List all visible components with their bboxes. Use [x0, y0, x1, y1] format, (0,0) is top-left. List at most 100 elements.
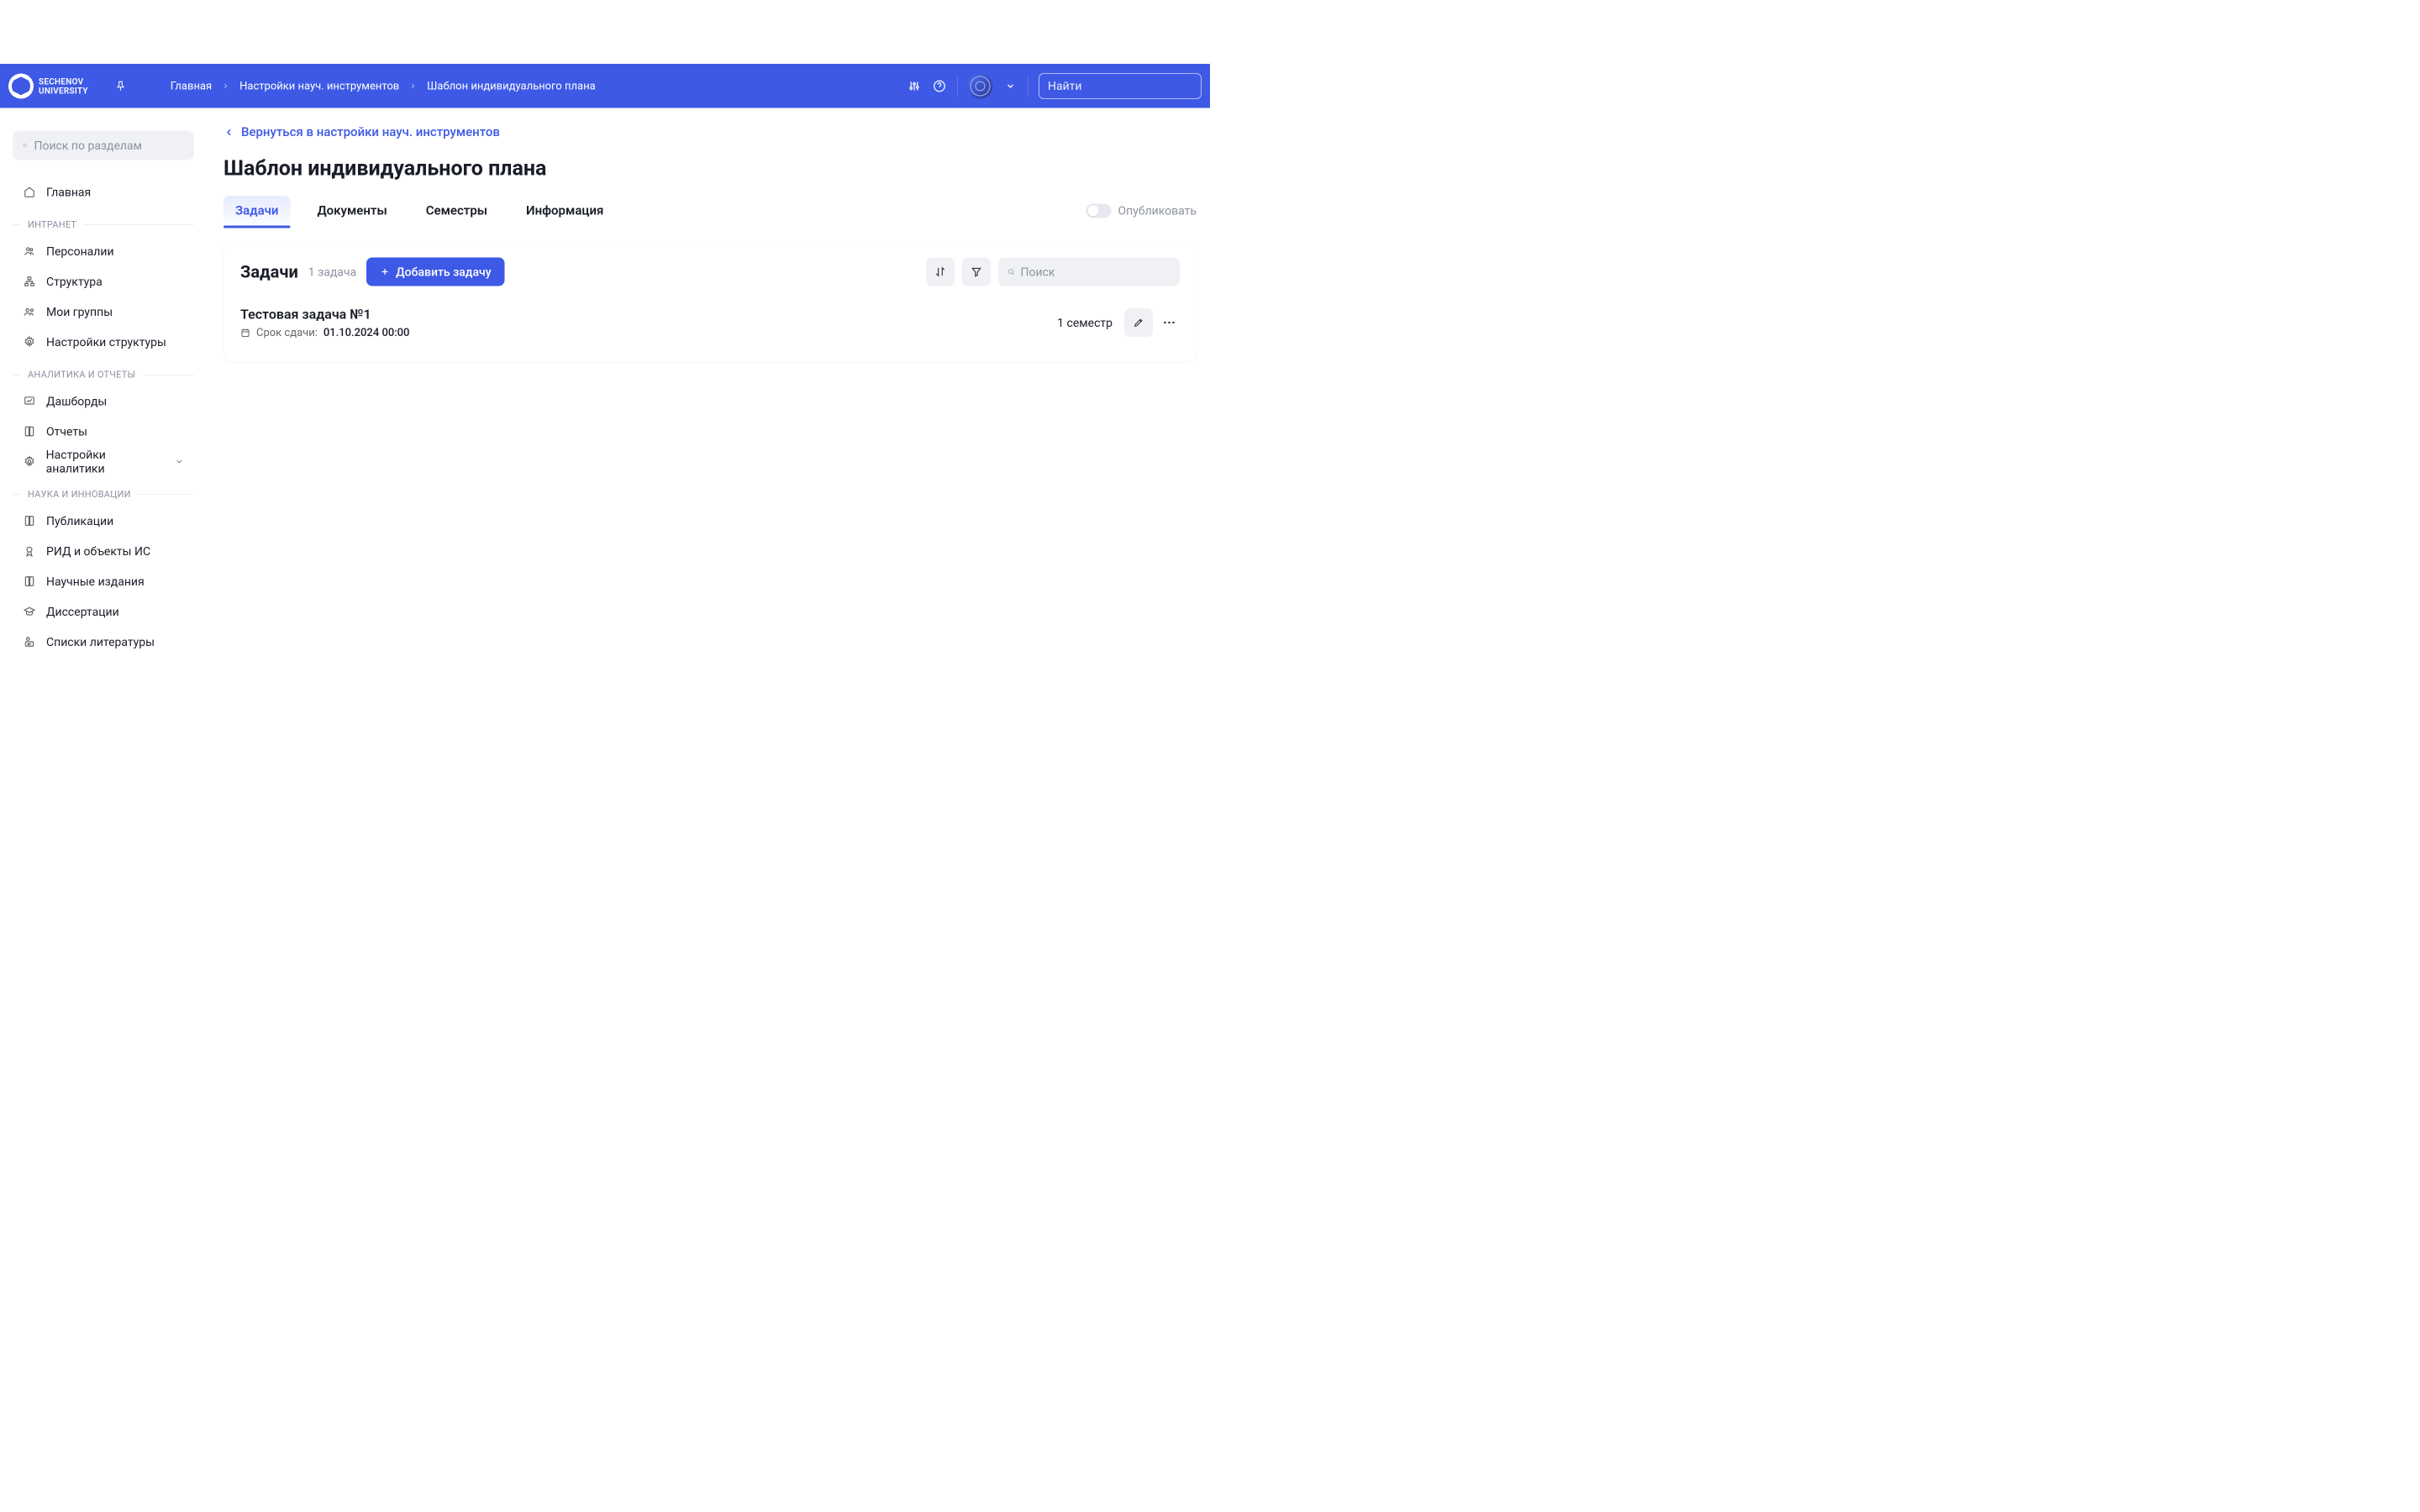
logo[interactable]: SECHENOV UNIVERSITY [8, 73, 88, 98]
sidebar-item-home[interactable]: Главная [13, 177, 194, 207]
book-icon [23, 575, 36, 588]
filter-button[interactable] [962, 258, 991, 286]
sidebar-item-structure-settings[interactable]: Настройки структуры [13, 327, 194, 357]
task-name: Тестовая задача №1 [240, 307, 1057, 323]
add-task-button[interactable]: Добавить задачу [366, 258, 504, 286]
card-count: 1 задача [308, 265, 356, 279]
sidebar-item-label: Мои группы [46, 305, 113, 319]
plus-icon [380, 267, 390, 277]
structure-icon [23, 275, 36, 288]
chevron-right-icon [222, 82, 229, 90]
filter-icon [971, 266, 982, 278]
back-link[interactable]: Вернуться в настройки науч. инструментов [224, 125, 1197, 140]
sidebar-item-structure[interactable]: Структура [13, 266, 194, 297]
breadcrumb: Главная Настройки науч. инструментов Шаб… [171, 80, 596, 92]
sidebar-item-dissertations[interactable]: Диссертации [13, 596, 194, 627]
home-icon [23, 186, 36, 199]
pin-icon[interactable] [113, 78, 129, 93]
sidebar-item-publications[interactable]: Публикации [13, 506, 194, 536]
badge-icon [23, 544, 36, 558]
global-search-input[interactable] [1048, 79, 1198, 93]
sidebar-item-label: Дашборды [46, 394, 107, 408]
logo-icon [8, 73, 34, 98]
breadcrumb-item: Шаблон индивидуального плана [427, 80, 596, 92]
sidebar-item-editions[interactable]: Научные издания [13, 566, 194, 596]
gear-icon [23, 335, 36, 349]
settings-sliders-icon[interactable] [907, 78, 922, 93]
dots-icon [1164, 321, 1176, 324]
sidebar-search[interactable] [13, 131, 194, 160]
sidebar-item-label: Научные издания [46, 575, 145, 589]
book-icon [23, 514, 36, 528]
sidebar-item-label: Отчеты [46, 424, 87, 438]
sidebar-item-reports[interactable]: Отчеты [13, 417, 194, 447]
global-search[interactable] [1039, 73, 1202, 99]
groups-icon [23, 305, 36, 318]
more-button[interactable] [1159, 308, 1180, 337]
help-icon[interactable] [932, 78, 947, 93]
graduation-icon [23, 605, 36, 618]
sidebar-item-label: Списки литературы [46, 635, 155, 649]
breadcrumb-item[interactable]: Настройки науч. инструментов [239, 80, 399, 92]
list-icon [23, 635, 36, 648]
sidebar-section-header: ИНТРАНЕТ [13, 220, 194, 237]
page-title: Шаблон индивидуального плана [224, 156, 1197, 181]
pencil-icon [1134, 318, 1144, 328]
deadline-value: 01.10.2024 00:00 [324, 327, 410, 339]
browser-blank-area [0, 0, 1210, 64]
sidebar-item-label: Персоналии [46, 244, 114, 259]
book-icon [23, 425, 36, 438]
publish-toggle[interactable] [1086, 203, 1111, 218]
card-search-input[interactable] [1021, 265, 1171, 279]
dashboard-icon [23, 395, 36, 408]
publish-toggle-block: Опубликовать [1086, 203, 1197, 218]
chevron-down-icon [175, 457, 184, 466]
tab-tasks[interactable]: Задачи [224, 196, 290, 226]
logo-text: SECHENOV UNIVERSITY [39, 76, 88, 95]
sidebar-item-label: Публикации [46, 514, 113, 528]
task-semester: 1 семестр [1057, 316, 1113, 330]
sidebar-item-label: РИД и объекты ИС [46, 544, 150, 559]
card-search[interactable] [998, 258, 1180, 286]
people-icon [23, 244, 36, 258]
sidebar-item-analytics-settings[interactable]: Настройки аналитики [13, 447, 194, 477]
calendar-icon [240, 328, 250, 338]
breadcrumb-item[interactable]: Главная [171, 80, 212, 92]
sidebar-search-input[interactable] [34, 139, 185, 153]
sidebar-item-label: Структура [46, 275, 103, 289]
sort-button[interactable] [926, 258, 955, 286]
search-icon [1007, 266, 1015, 277]
main-content: Вернуться в настройки науч. инструментов… [207, 108, 1210, 757]
chevron-down-icon[interactable] [1003, 78, 1018, 93]
sidebar-item-label: Настройки аналитики [46, 448, 165, 475]
tab-semesters[interactable]: Семестры [414, 196, 499, 226]
publish-label: Опубликовать [1118, 204, 1197, 218]
back-link-label: Вернуться в настройки науч. инструментов [241, 125, 500, 140]
card-title: Задачи [240, 262, 298, 282]
gear-icon [23, 455, 36, 469]
tasks-card: Задачи 1 задача Добавить задачу [224, 243, 1197, 362]
sidebar-item-groups[interactable]: Мои группы [13, 297, 194, 327]
sidebar: Главная ИНТРАНЕТ Персоналии Структура Мо… [0, 108, 207, 757]
app-header: SECHENOV UNIVERSITY Главная Настройки на… [0, 64, 1210, 108]
sidebar-item-label: Настройки структуры [46, 335, 166, 349]
add-task-label: Добавить задачу [396, 265, 491, 279]
sidebar-item-rid[interactable]: РИД и объекты ИС [13, 536, 194, 566]
tab-info[interactable]: Информация [514, 196, 615, 226]
sidebar-section-header: НАУКА И ИННОВАЦИИ [13, 490, 194, 507]
sidebar-item-label: Диссертации [46, 605, 119, 619]
task-row: Тестовая задача №1 Срок сдачи: 01.10.202… [240, 299, 1180, 347]
edit-task-button[interactable] [1124, 308, 1153, 337]
avatar[interactable] [968, 73, 993, 98]
tabs: Задачи Документы Семестры Информация [224, 196, 615, 226]
tab-documents[interactable]: Документы [305, 196, 398, 226]
sidebar-item-dashboards[interactable]: Дашборды [13, 386, 194, 417]
sidebar-item-bibliography[interactable]: Списки литературы [13, 627, 194, 657]
sidebar-item-personnel[interactable]: Персоналии [13, 236, 194, 266]
chevron-left-icon [224, 127, 234, 138]
sort-icon [934, 266, 946, 278]
search-icon [23, 140, 28, 151]
chevron-right-icon [409, 82, 417, 90]
sidebar-item-label: Главная [46, 185, 91, 199]
sidebar-section-header: АНАЛИТИКА И ОТЧЕТЫ [13, 370, 194, 386]
